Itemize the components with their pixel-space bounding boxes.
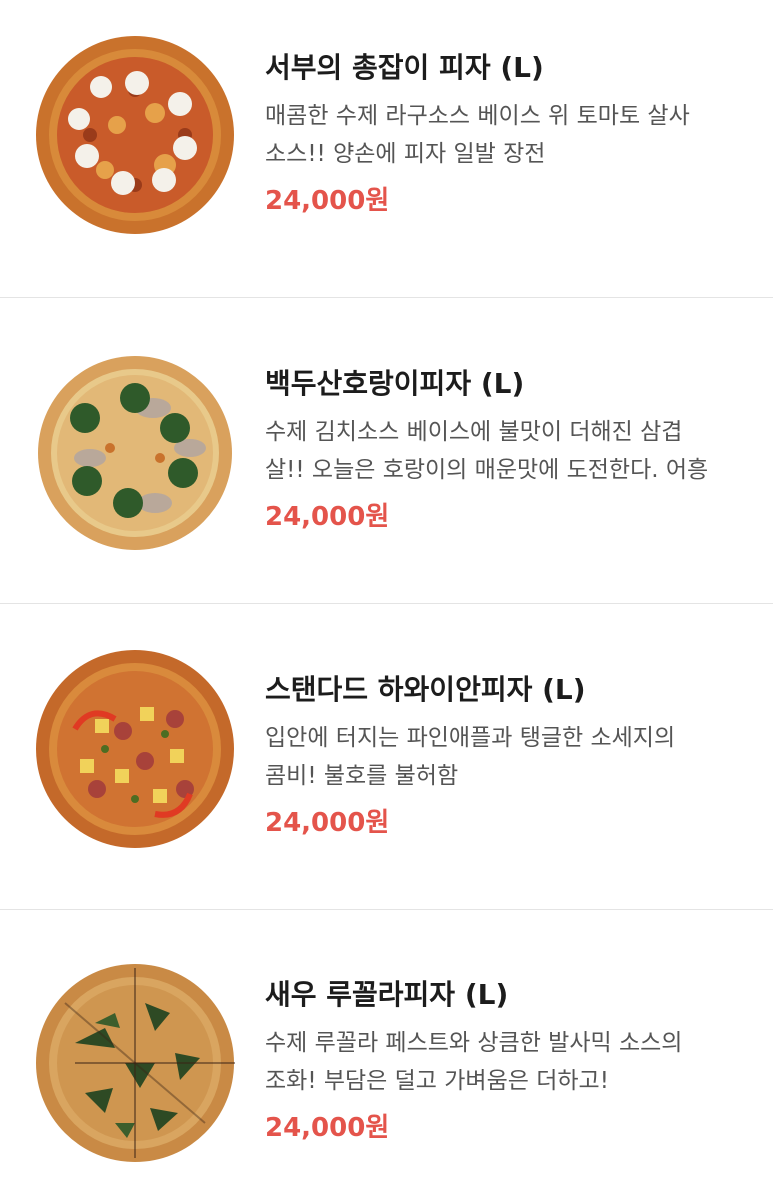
menu-item-western-gunslinger[interactable]: 서부의 총잡이 피자 (L) 매콤한 수제 라구소스 베이스 위 토마토 살사 … bbox=[0, 0, 773, 298]
pizza-western-gunslinger-image bbox=[35, 35, 235, 235]
menu-item-name: 스탠다드 하와이안피자 (L) bbox=[265, 673, 586, 706]
pizza-shrimp-arugula-image bbox=[35, 963, 235, 1163]
menu-item-standard-hawaiian[interactable]: 스탠다드 하와이안피자 (L) 입안에 터지는 파인애플과 탱글한 소세지의 콤… bbox=[0, 604, 773, 910]
pizza-baekdu-tiger-image bbox=[35, 353, 235, 553]
menu-list: 서부의 총잡이 피자 (L) 매콤한 수제 라구소스 베이스 위 토마토 살사 … bbox=[0, 0, 773, 1204]
menu-item-description: 수제 김치소스 베이스에 불맛이 더해진 삼겹 살!! 오늘은 호랑이의 매운맛… bbox=[265, 419, 709, 483]
menu-item-price: 24,000원 bbox=[265, 502, 390, 532]
menu-item-description: 매콤한 수제 라구소스 베이스 위 토마토 살사 소스!! 양손에 피자 일발 … bbox=[265, 103, 690, 167]
menu-item-price: 24,000원 bbox=[265, 1113, 390, 1143]
menu-item-description: 수제 루꼴라 페스트와 상큼한 발사믹 소스의 조화! 부담은 덜고 가벼움은 … bbox=[265, 1030, 683, 1094]
menu-item-description: 입안에 터지는 파인애플과 탱글한 소세지의 콤비! 불호를 불허함 bbox=[265, 725, 676, 789]
menu-item-price: 24,000원 bbox=[265, 808, 390, 838]
pizza-standard-hawaiian-image bbox=[35, 649, 235, 849]
menu-item-baekdu-tiger[interactable]: 백두산호랑이피자 (L) 수제 김치소스 베이스에 불맛이 더해진 삼겹 살!!… bbox=[0, 298, 773, 604]
menu-item-shrimp-arugula[interactable]: 새우 루꼴라피자 (L) 수제 루꼴라 페스트와 상큼한 발사믹 소스의 조화!… bbox=[0, 910, 773, 1204]
menu-item-name: 새우 루꼴라피자 (L) bbox=[265, 978, 509, 1011]
menu-item-name: 서부의 총잡이 피자 (L) bbox=[265, 51, 544, 84]
menu-item-name: 백두산호랑이피자 (L) bbox=[265, 367, 525, 400]
menu-item-price: 24,000원 bbox=[265, 186, 390, 216]
